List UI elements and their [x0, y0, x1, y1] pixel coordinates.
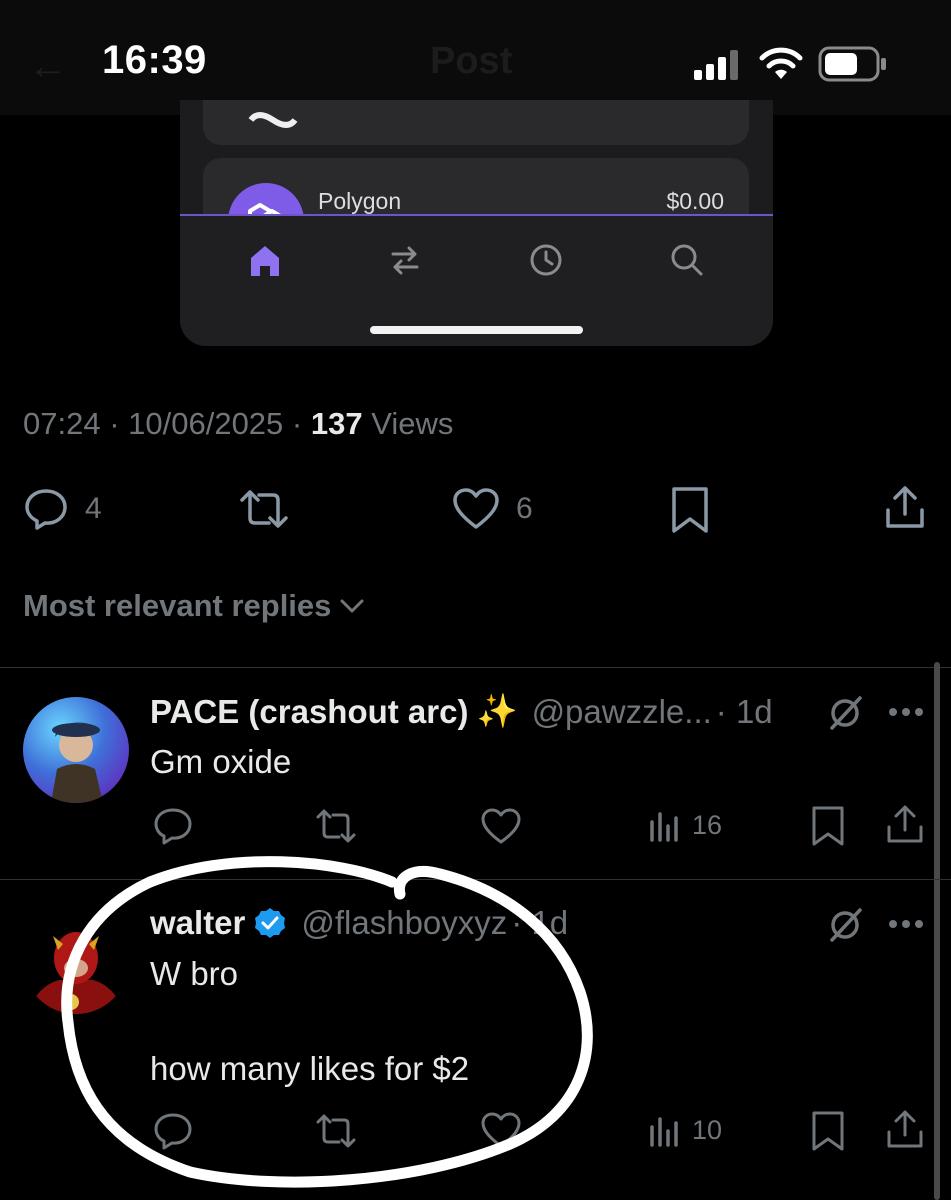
reply-age: · 1d	[715, 692, 773, 730]
grok-icon[interactable]	[826, 694, 864, 732]
reply-header: PACE (crashout arc) ✨ @pawzzle... · 1d	[150, 692, 773, 731]
reply-age: · 1d	[511, 904, 569, 941]
repost-icon[interactable]	[314, 1110, 358, 1152]
token-name: Polygon	[318, 188, 402, 214]
wifi-icon	[759, 47, 803, 79]
more-options-icon[interactable]	[888, 918, 924, 930]
status-bar: ← Post 16:39	[0, 0, 951, 115]
views-count: 16	[692, 809, 723, 840]
home-indicator	[370, 326, 583, 334]
signal-icon	[694, 50, 738, 80]
reply-icon[interactable]	[152, 1110, 194, 1152]
views-button[interactable]: 10	[648, 1113, 722, 1147]
post-time: 07:24	[23, 406, 101, 441]
battery-icon	[818, 46, 886, 82]
reply-icon	[25, 489, 67, 530]
views-count: 10	[692, 1114, 723, 1145]
reply-handle[interactable]: @pawzzle...	[532, 693, 712, 731]
scrollbar[interactable]	[934, 662, 940, 1200]
replies-sort-dropdown[interactable]: Most relevant replies	[23, 588, 367, 624]
share-icon[interactable]	[882, 484, 928, 530]
chevron-down-icon	[340, 599, 364, 613]
analytics-icon	[650, 812, 678, 842]
reply-text-line2: how many likes for $2	[150, 1050, 470, 1087]
embedded-image[interactable]: Polygon $0.00	[180, 100, 773, 346]
back-arrow-icon[interactable]: ←	[28, 44, 68, 89]
heart-icon[interactable]	[480, 806, 522, 848]
embed-tab-bar	[180, 214, 773, 346]
grok-icon[interactable]	[826, 906, 864, 944]
reply-header: walter @flashboyxyz · 1d	[150, 904, 568, 942]
reply-author-name[interactable]: PACE (crashout arc)	[150, 693, 468, 731]
share-icon[interactable]	[884, 1108, 926, 1150]
token-value: $0.00	[666, 188, 724, 214]
avatar[interactable]	[23, 908, 129, 1014]
home-icon[interactable]	[245, 240, 285, 280]
analytics-icon	[650, 1117, 678, 1147]
views-label[interactable]: Views	[371, 406, 453, 441]
reply-text-line1: W bro	[150, 955, 239, 992]
post-date: 10/06/2025	[128, 406, 284, 441]
post-meta: 07:24 · 10/06/2025 · 137 Views	[23, 406, 454, 441]
replies-sort-label: Most relevant replies	[23, 588, 332, 623]
reply-author-name[interactable]: walter	[150, 904, 245, 942]
avatar[interactable]	[23, 697, 129, 803]
search-icon[interactable]	[667, 240, 707, 280]
like-count: 6	[516, 492, 533, 525]
like-button[interactable]: 6	[452, 486, 533, 532]
bookmark-icon[interactable]	[810, 805, 846, 847]
reply-text: Gm oxide	[150, 743, 292, 780]
verified-badge-icon	[255, 908, 286, 938]
status-time: 16:39	[102, 38, 207, 82]
reply-count: 4	[85, 492, 102, 525]
repost-icon[interactable]	[314, 805, 358, 847]
bookmark-icon[interactable]	[670, 486, 710, 534]
sparkles-emoji: ✨	[476, 692, 518, 729]
reply-button[interactable]: 4	[23, 486, 102, 532]
reply-handle[interactable]: @flashboyxyz	[301, 904, 507, 942]
page-title: Post	[430, 40, 513, 82]
heart-icon	[453, 488, 499, 529]
swap-icon[interactable]	[385, 240, 425, 280]
token-row	[203, 100, 749, 145]
more-options-icon[interactable]	[888, 706, 924, 718]
reply-icon[interactable]	[152, 805, 194, 847]
views-button[interactable]: 16	[648, 808, 722, 842]
heart-icon[interactable]	[480, 1110, 522, 1152]
history-icon[interactable]	[526, 240, 566, 280]
share-icon[interactable]	[884, 803, 926, 845]
repost-icon[interactable]	[238, 486, 290, 532]
views-count: 137	[310, 406, 363, 441]
bookmark-icon[interactable]	[810, 1110, 846, 1152]
divider	[0, 667, 951, 668]
token-logo-icon	[248, 112, 298, 128]
divider	[0, 879, 951, 880]
